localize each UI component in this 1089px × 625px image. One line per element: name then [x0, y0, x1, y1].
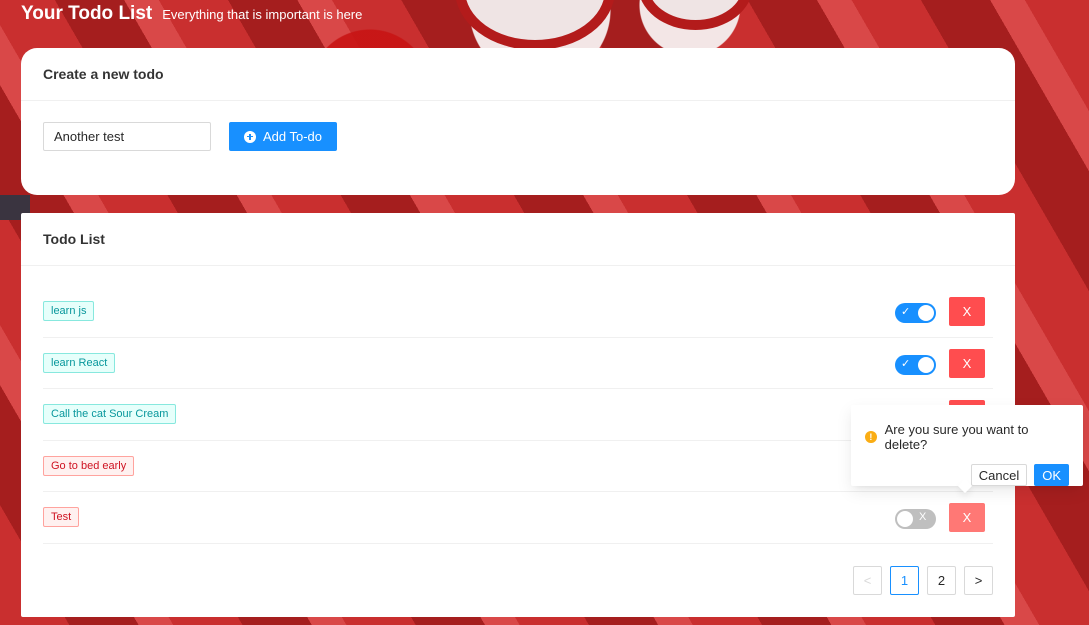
- page-1-button[interactable]: 1: [890, 566, 919, 595]
- cross-icon: X: [919, 511, 927, 523]
- app-header: Your Todo List Everything that is import…: [21, 3, 362, 25]
- app-subtitle: Everything that is important is here: [162, 7, 363, 22]
- prev-page-button[interactable]: <: [853, 566, 882, 595]
- create-todo-title: Create a new todo: [21, 48, 1015, 101]
- list-item: learn js ✓ X: [43, 286, 993, 338]
- background-clock-right: [638, 0, 753, 30]
- next-page-button[interactable]: >: [964, 566, 993, 595]
- plus-circle-icon: [243, 130, 256, 143]
- todo-input[interactable]: Another test: [43, 122, 211, 151]
- delete-button[interactable]: X: [949, 348, 985, 378]
- delete-confirm-popover: ! Are you sure you want to delete? Cance…: [851, 405, 1083, 486]
- app-title: Your Todo List: [21, 3, 153, 24]
- todo-tag: Go to bed early: [43, 455, 135, 476]
- create-todo-card: Create a new todo Another test Add To-do: [21, 48, 1015, 195]
- done-toggle[interactable]: ✓: [895, 354, 936, 375]
- confirm-message: Are you sure you want to delete?: [884, 422, 1029, 452]
- check-icon: ✓: [901, 306, 911, 318]
- todo-tag: Test: [43, 507, 80, 528]
- todo-tag: learn React: [43, 352, 116, 373]
- toggle-knob: [918, 356, 934, 373]
- page-2-button[interactable]: 2: [927, 566, 956, 595]
- check-icon: ✓: [901, 357, 911, 370]
- exclamation-circle-icon: !: [865, 431, 877, 443]
- pagination: < 1 2 >: [853, 566, 993, 595]
- todo-list-title: Todo List: [21, 213, 1015, 266]
- toggle-knob: [897, 511, 913, 527]
- toggle-knob: [918, 305, 934, 321]
- done-toggle[interactable]: X: [895, 509, 936, 529]
- list-item: learn React ✓ X: [43, 338, 993, 389]
- todo-tag: Call the cat Sour Cream: [43, 404, 177, 425]
- list-item: Test X X: [43, 492, 993, 544]
- delete-button[interactable]: X: [949, 297, 985, 326]
- cancel-button[interactable]: Cancel: [970, 464, 1028, 486]
- ok-button[interactable]: OK: [1034, 464, 1069, 486]
- todo-tag: learn js: [43, 301, 95, 322]
- add-todo-label: Add To-do: [262, 129, 323, 144]
- done-toggle[interactable]: ✓: [895, 303, 936, 323]
- background-clock-left: [455, 0, 615, 50]
- delete-button[interactable]: X: [949, 503, 985, 532]
- add-todo-button[interactable]: Add To-do: [229, 122, 337, 151]
